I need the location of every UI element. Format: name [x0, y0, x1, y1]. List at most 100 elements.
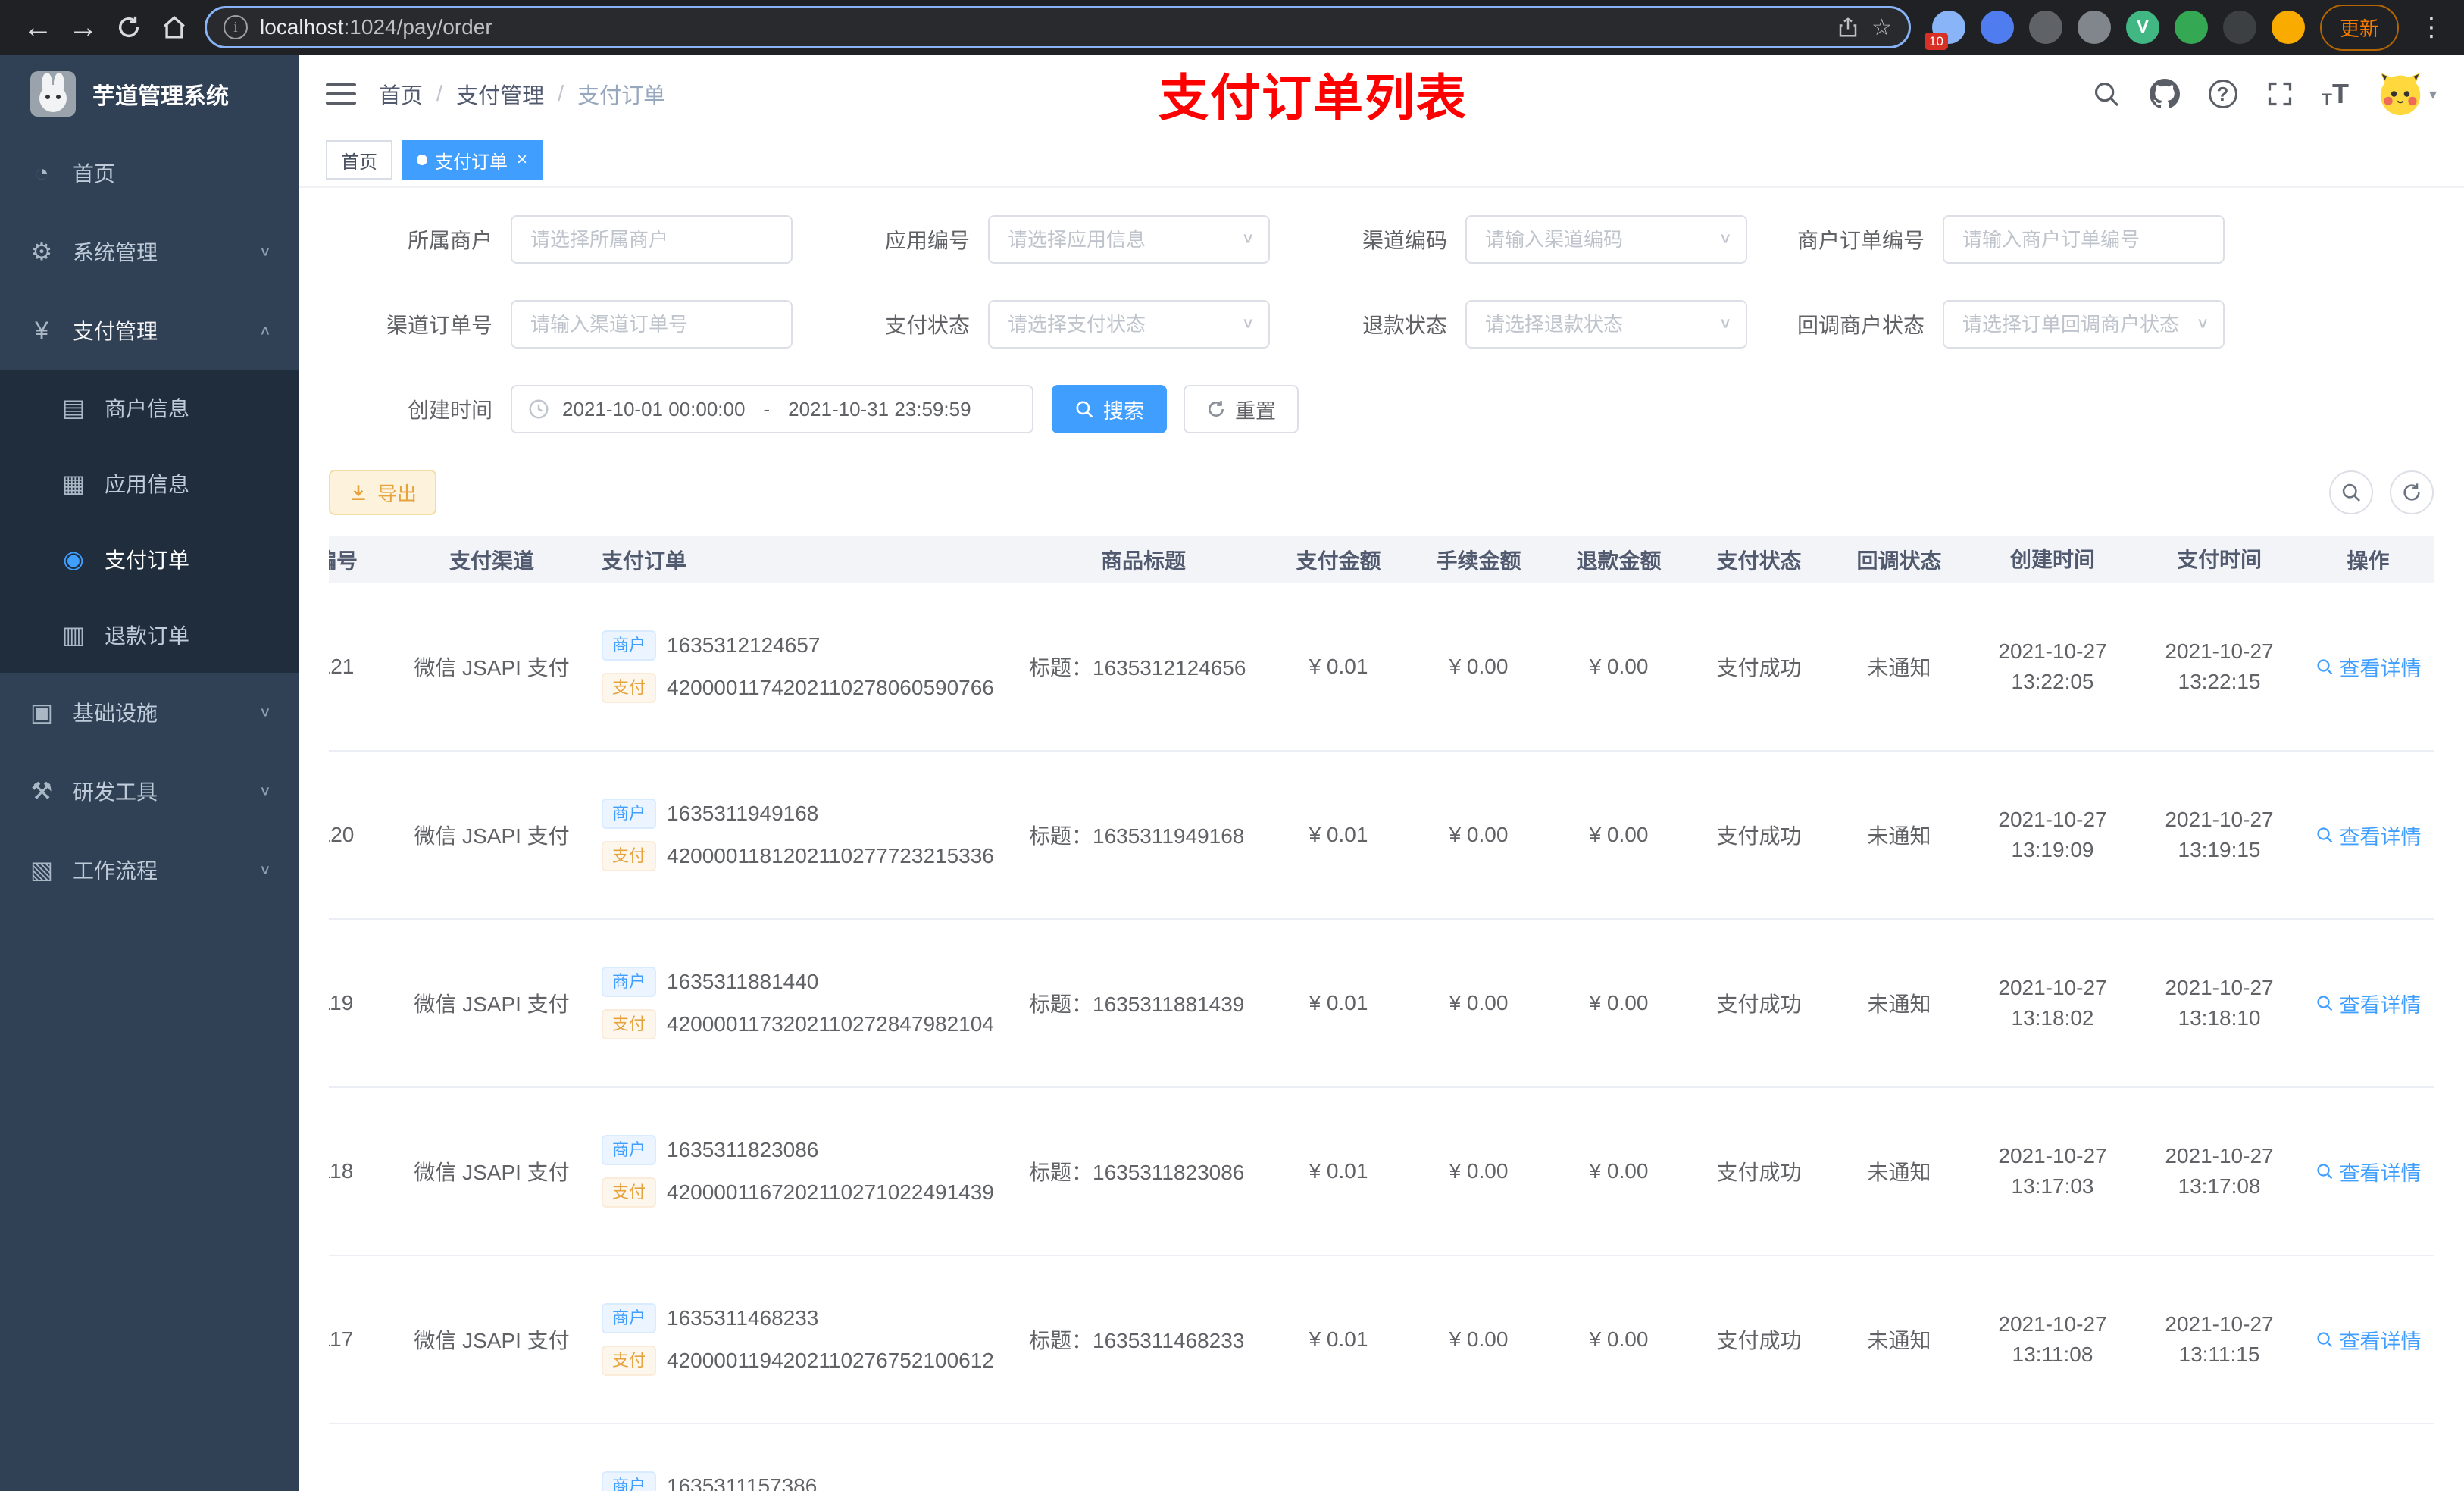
view-detail-link[interactable]: 查看详情: [2315, 1157, 2422, 1186]
cell-create-time: 2021-10-27 13:18:02: [1998, 976, 2107, 1030]
app-logo[interactable]: 芋道管理系统: [0, 55, 299, 133]
briefcase-icon: ▧: [30, 856, 54, 883]
bookmark-star-icon[interactable]: ☆: [1871, 14, 1892, 41]
cell-pay-time: 2021-10-27 13:17:08: [2165, 1144, 2274, 1198]
chevron-down-icon: ∨: [258, 243, 271, 259]
browser-reload-button[interactable]: [106, 5, 152, 50]
export-button[interactable]: 导出: [329, 470, 437, 515]
cell-notify-status: 未通知: [1867, 824, 1931, 848]
extension-blue-pin-icon[interactable]: [1980, 11, 2014, 44]
table-body: 121 微信 JSAPI 支付 商户 1635312124657 支付 420000…: [329, 583, 2434, 1491]
card-icon: ▤: [61, 394, 86, 421]
view-detail-link[interactable]: 查看详情: [2315, 652, 2422, 682]
cell-status: 支付成功: [1716, 1329, 1802, 1352]
cell-create-time: 2021-10-27 13:11:08: [1998, 1312, 2107, 1366]
browser-home-button[interactable]: [152, 5, 197, 50]
hamburger-menu-icon[interactable]: [326, 83, 356, 105]
channel-code-select[interactable]: [1465, 215, 1747, 264]
create-time-range-picker[interactable]: 2021-10-01 00:00:00 - 2021-10-31 23:59:5…: [511, 385, 1033, 433]
sidebar-item-devtools[interactable]: ⚒ 研发工具 ∨: [0, 752, 299, 830]
table-row: 118 微信 JSAPI 支付 商户 1635311823086 支付 420000…: [329, 1088, 2434, 1256]
filter-label-refund-status: 退款状态: [1362, 314, 1447, 337]
cell-amount: ¥ 0.01: [1309, 1327, 1368, 1351]
help-icon[interactable]: ?: [2208, 80, 2237, 108]
extension-colorful-icon[interactable]: 10: [1924, 11, 1965, 50]
cell-id: 120: [329, 823, 355, 846]
filter-label-notify-status: 回调商户状态: [1796, 314, 1925, 337]
font-size-icon[interactable]: TT: [2322, 78, 2349, 110]
refund-status-select[interactable]: [1465, 300, 1747, 349]
notify-status-select[interactable]: [1943, 300, 2225, 349]
view-detail-link[interactable]: 查看详情: [2315, 821, 2422, 850]
close-tab-icon[interactable]: ×: [517, 149, 527, 170]
pay-tag: 支付: [602, 1009, 657, 1039]
search-button[interactable]: 搜索: [1052, 385, 1167, 433]
refresh-table-button[interactable]: [2390, 470, 2434, 514]
site-info-icon[interactable]: i: [224, 15, 248, 39]
column-header: 支付订单: [602, 549, 687, 573]
extension-dark-circle-icon[interactable]: [2028, 11, 2062, 44]
merchant-order-no: 1635311157386: [667, 1474, 818, 1491]
cell-notify-status: 未通知: [1867, 656, 1931, 680]
extension-badge: 10: [1924, 33, 1948, 50]
view-detail-link[interactable]: 查看详情: [2315, 989, 2422, 1018]
extension-vue-devtools-icon[interactable]: V: [2125, 11, 2159, 44]
search-icon[interactable]: [2092, 80, 2121, 108]
column-header: 创建时间: [2009, 548, 2095, 571]
orders-table: 编号支付渠道支付订单商品标题支付金额手续金额退款金额支付状态回调状态创建时间支付…: [329, 536, 2434, 1491]
github-icon[interactable]: [2149, 79, 2180, 109]
breadcrumb-home[interactable]: 首页: [379, 78, 423, 110]
logo-image: [30, 71, 76, 117]
pay-status-select[interactable]: [988, 300, 1270, 349]
sidebar-item-merchant-info[interactable]: ▤ 商户信息: [0, 370, 299, 445]
breadcrumb-section[interactable]: 支付管理: [456, 78, 544, 110]
browser-forward-button[interactable]: →: [61, 5, 106, 50]
merchant-order-no: 1635312124657: [667, 633, 821, 657]
date-end: 2021-10-31 23:59:59: [788, 397, 971, 420]
view-detail-link[interactable]: 查看详情: [2315, 1325, 2422, 1355]
browser-menu-icon[interactable]: ⋮: [2414, 12, 2449, 42]
app-id-select[interactable]: [988, 215, 1270, 264]
merchant-tag: 商户: [602, 799, 657, 829]
reset-button[interactable]: 重置: [1184, 385, 1299, 433]
sidebar-item-refund-order[interactable]: ▥ 退款订单: [0, 597, 299, 673]
sidebar-item-home[interactable]: ◔ 首页: [0, 133, 299, 212]
channel-order-no-input[interactable]: [511, 300, 793, 349]
browser-update-button[interactable]: 更新: [2319, 4, 2399, 51]
cell-notify-status: 未通知: [1867, 1161, 1931, 1184]
extension-orange-face-icon[interactable]: [2271, 11, 2305, 44]
extension-dark-pin-icon[interactable]: [2222, 11, 2256, 44]
column-header: 商品标题: [1100, 549, 1186, 573]
merchant-select[interactable]: [511, 215, 793, 264]
merchant-tag: 商户: [602, 1471, 657, 1491]
pay-submenu: ▤ 商户信息 ▦ 应用信息 ◉ 支付订单 ▥ 退款订单: [0, 370, 299, 673]
cell-channel: 微信 JSAPI 支付: [414, 1329, 570, 1352]
cell-amount: ¥ 0.01: [1309, 823, 1368, 846]
cell-status: 支付成功: [1716, 1161, 1802, 1184]
cell-title: 标题：1635312124656: [1029, 656, 1246, 680]
tab-pay-order[interactable]: 支付订单 ×: [402, 140, 543, 180]
sidebar-item-workflow[interactable]: ▧ 工作流程 ∨: [0, 830, 299, 909]
merchant-tag: 商户: [602, 967, 657, 997]
address-bar[interactable]: i localhost:1024/pay/order ☆: [205, 6, 1911, 48]
extension-green-square-icon[interactable]: [2174, 11, 2208, 44]
user-avatar[interactable]: ▾: [2378, 71, 2437, 117]
share-icon[interactable]: [1837, 16, 1859, 39]
fullscreen-icon[interactable]: [2266, 80, 2294, 108]
sidebar-item-system[interactable]: ⚙ 系统管理 ∨: [0, 212, 299, 291]
extension-gray-circle-icon[interactable]: [2077, 11, 2111, 44]
cell-id: 119: [329, 991, 354, 1014]
pay-tag: 支付: [602, 1177, 657, 1208]
sidebar-item-infra[interactable]: ▣ 基础设施 ∨: [0, 673, 299, 752]
merchant-order-no-input[interactable]: [1943, 215, 2225, 264]
cell-title: 标题：1635311949168: [1029, 824, 1245, 848]
tab-home[interactable]: 首页: [326, 140, 392, 180]
sidebar-item-pay[interactable]: ¥ 支付管理 ∧: [0, 291, 299, 370]
app-header: 首页 / 支付管理 / 支付订单 支付订单列表 ? TT ▾: [299, 55, 2464, 133]
sidebar-item-app-info[interactable]: ▦ 应用信息: [0, 445, 299, 521]
sidebar-item-pay-order[interactable]: ◉ 支付订单: [0, 521, 299, 597]
magnifier-icon: [2316, 659, 2332, 675]
browser-back-button[interactable]: ←: [15, 5, 61, 50]
toggle-search-button[interactable]: [2329, 470, 2373, 514]
filter-label-merchant-order-no: 商户订单编号: [1796, 229, 1925, 252]
